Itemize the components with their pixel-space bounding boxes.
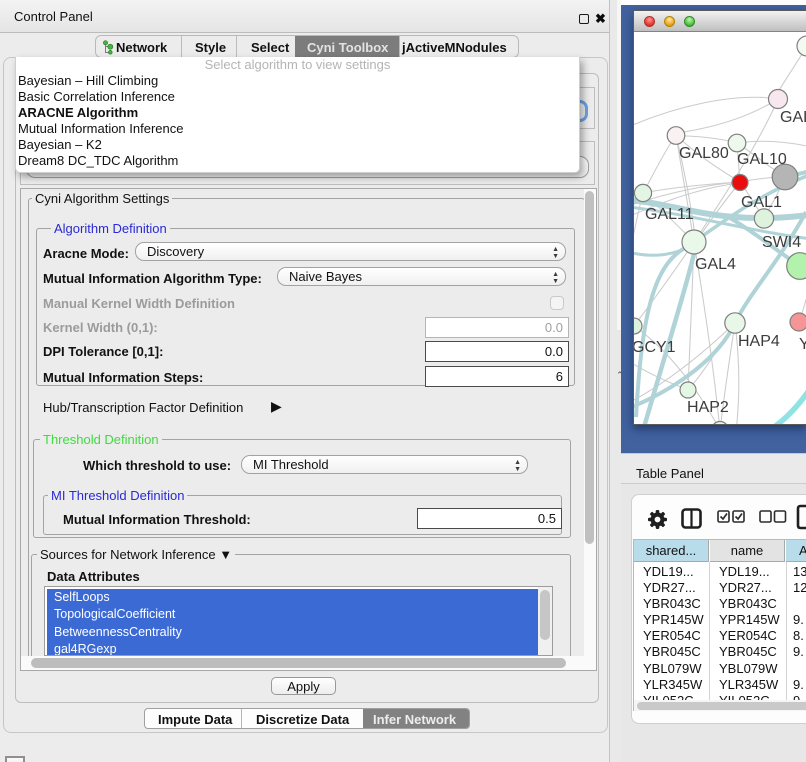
svg-text:GCY1: GCY1 xyxy=(634,339,676,356)
svg-text:GAL10: GAL10 xyxy=(737,151,787,168)
svg-text:GAL1: GAL1 xyxy=(741,194,782,211)
svg-text:HAP2: HAP2 xyxy=(687,399,729,416)
svg-text:GAL2: GAL2 xyxy=(780,109,806,126)
svg-text:GAL11: GAL11 xyxy=(645,206,694,223)
svg-text:HAP4: HAP4 xyxy=(738,333,780,350)
svg-text:Y: Y xyxy=(799,336,806,353)
svg-text:GAL4: GAL4 xyxy=(695,256,736,273)
svg-text:SWI4: SWI4 xyxy=(762,234,801,251)
svg-text:GAL80: GAL80 xyxy=(679,145,729,162)
